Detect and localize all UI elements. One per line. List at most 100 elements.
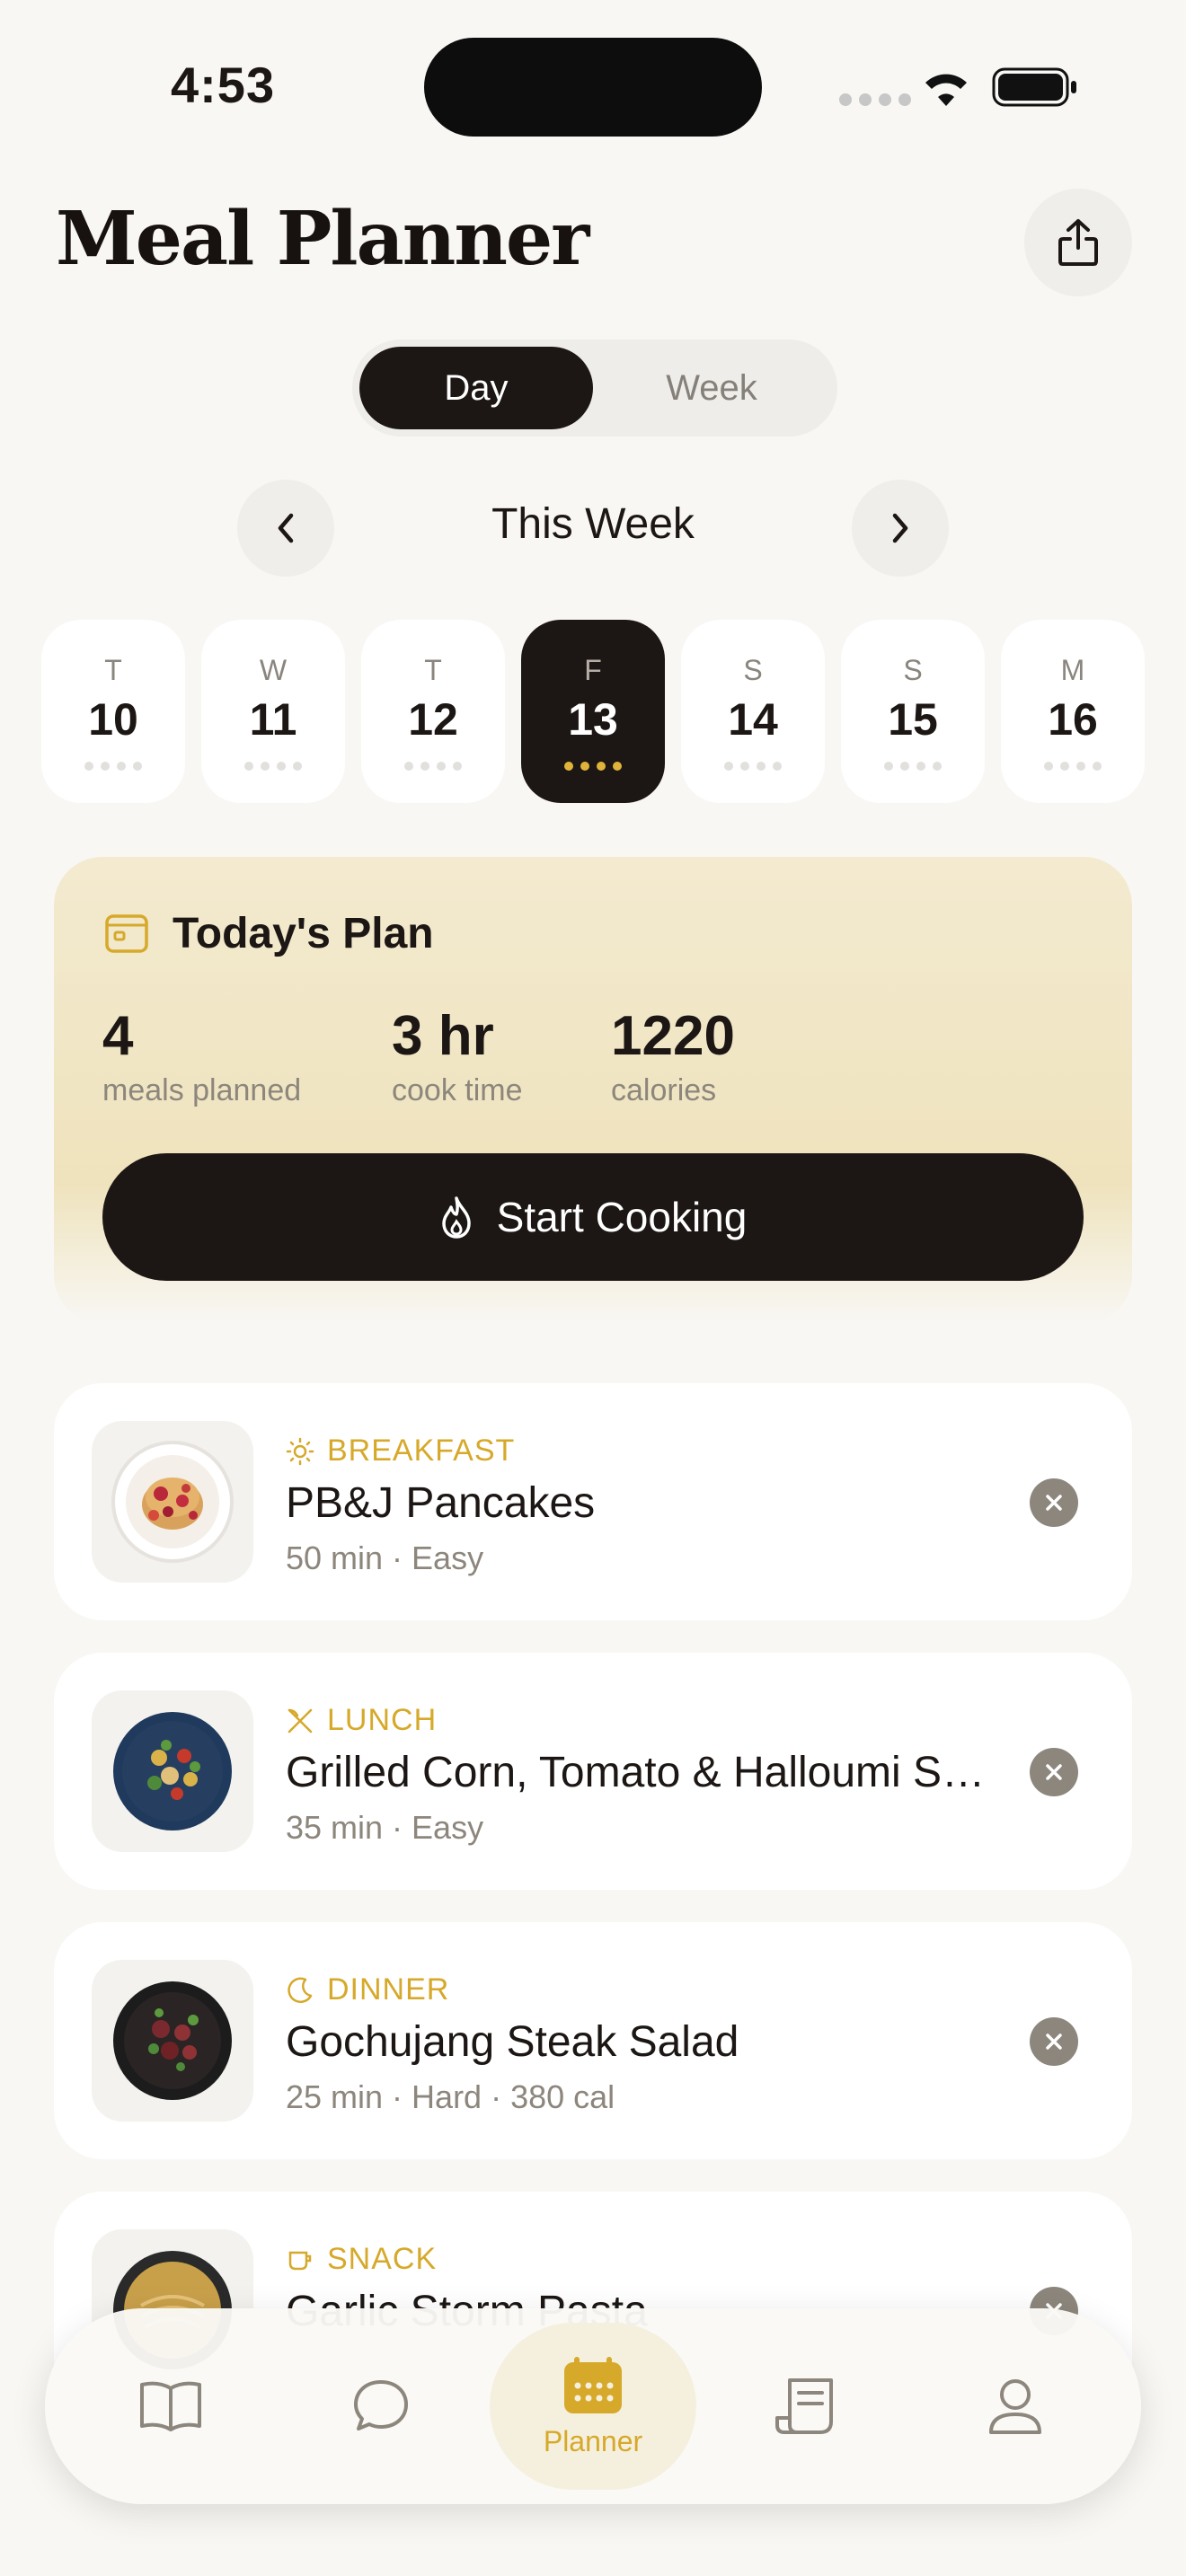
book-icon	[140, 2381, 201, 2431]
previous-week-button[interactable]	[237, 480, 334, 577]
stat-label: calories	[611, 1073, 717, 1107]
meal-meta: 50 min · Easy	[286, 1539, 484, 1576]
day-letter: S	[743, 654, 763, 686]
toggle-day[interactable]: Day	[359, 347, 593, 429]
day-cell[interactable]: S 14	[681, 620, 825, 803]
day-letter: F	[584, 654, 602, 686]
toggle-week[interactable]: Week	[593, 347, 830, 429]
meal-meta: 35 min · Easy	[286, 1809, 484, 1846]
cup-icon	[288, 2251, 312, 2270]
dynamic-island	[424, 38, 762, 137]
receipt-icon	[775, 2378, 833, 2434]
day-letter: M	[1060, 654, 1085, 686]
tab-planner-label: Planner	[543, 2424, 643, 2457]
day-strip: T 10 W 11 T 12 F 13 S 14 S 15 M 16	[41, 620, 1145, 803]
day-number: 14	[728, 694, 778, 745]
tab-recipes[interactable]	[81, 2308, 261, 2504]
day-number: 15	[888, 694, 938, 745]
meal-card-dinner[interactable]: DINNER Gochujang Steak Salad 25 min · Ha…	[54, 1922, 1132, 2159]
start-cooking-button[interactable]: Start Cooking	[102, 1153, 1084, 1281]
meal-category: DINNER	[286, 1972, 449, 2007]
stat-value: 1220	[611, 1005, 735, 1067]
page-title: Meal Planner	[56, 196, 589, 282]
remove-meal-button[interactable]	[1030, 1478, 1078, 1527]
meal-dots	[1001, 762, 1145, 771]
day-cell[interactable]: M 16	[1001, 620, 1145, 803]
meal-dots	[361, 762, 505, 771]
meal-name: PB&J Pancakes	[286, 1479, 596, 1527]
day-cell[interactable]: T 12	[361, 620, 505, 803]
wifi-icon	[925, 74, 967, 106]
chat-icon	[354, 2380, 408, 2430]
stat-meals: 4 meals planned	[102, 1004, 301, 1108]
day-cell-selected[interactable]: F 13	[521, 620, 665, 803]
meal-dots	[521, 762, 665, 771]
remove-meal-button[interactable]	[1030, 2017, 1078, 2066]
meal-dots	[841, 762, 985, 771]
battery-icon	[992, 67, 1076, 107]
status-time: 4:53	[171, 57, 276, 113]
day-number: 16	[1048, 694, 1098, 745]
day-number: 13	[568, 694, 618, 745]
next-week-button[interactable]	[852, 480, 949, 577]
meal-category: LUNCH	[286, 1703, 437, 1738]
moon-icon	[288, 1977, 313, 2003]
stat-label: cook time	[392, 1073, 523, 1107]
meal-category-label: DINNER	[327, 1972, 450, 2007]
close-icon	[1046, 1495, 1062, 1511]
flame-icon	[441, 1196, 471, 1239]
meal-category-label: LUNCH	[327, 1703, 438, 1737]
stat-value: 3 hr	[392, 1005, 494, 1067]
close-icon	[1046, 1764, 1062, 1780]
day-number: 11	[249, 694, 297, 745]
tab-planner[interactable]: Planner	[490, 2323, 696, 2490]
meal-card-breakfast[interactable]: BREAKFAST PB&J Pancakes 50 min · Easy	[54, 1383, 1132, 1620]
day-number: 12	[408, 694, 458, 745]
chevron-left-icon	[278, 513, 294, 543]
todays-plan-card: Today's Plan 4 meals planned 3 hr cook t…	[54, 857, 1132, 1324]
share-button[interactable]	[1024, 189, 1132, 296]
calendar-icon	[564, 2356, 622, 2413]
day-letter: T	[104, 654, 122, 686]
day-letter: T	[424, 654, 442, 686]
remove-meal-button[interactable]	[1030, 1748, 1078, 1796]
meal-category-label: BREAKFAST	[327, 1434, 516, 1468]
plan-title: Today's Plan	[173, 910, 434, 957]
meal-dots	[681, 762, 825, 771]
meal-image	[92, 1421, 253, 1583]
day-cell[interactable]: W 11	[201, 620, 345, 803]
sun-icon	[286, 1437, 314, 1465]
tab-shopping-list[interactable]	[715, 2308, 895, 2504]
tab-bar: Planner	[45, 2308, 1141, 2504]
meal-image	[92, 1690, 253, 1852]
meal-meta: 25 min · Hard · 380 cal	[286, 2078, 615, 2115]
stat-cook-time: 3 hr cook time	[392, 1004, 523, 1108]
calendar-icon	[105, 914, 148, 953]
day-number: 10	[88, 694, 138, 745]
view-toggle: Day Week	[352, 340, 837, 437]
day-cell[interactable]: T 10	[41, 620, 185, 803]
meal-name: Grilled Corn, Tomato & Halloumi Salad	[286, 1749, 996, 1796]
utensils-icon	[288, 1708, 313, 1733]
tab-chat[interactable]	[291, 2308, 471, 2504]
meal-image	[92, 1960, 253, 2122]
week-label: This Week	[491, 500, 695, 548]
close-icon	[1046, 2033, 1062, 2050]
tab-profile[interactable]	[925, 2308, 1105, 2504]
stat-label: meals planned	[102, 1073, 302, 1107]
stat-value: 4	[102, 1005, 134, 1067]
status-bar: 4:53	[0, 0, 1186, 171]
day-cell[interactable]: S 15	[841, 620, 985, 803]
start-cooking-label: Start Cooking	[496, 1194, 748, 1240]
meal-name: Gochujang Steak Salad	[286, 2018, 739, 2066]
meal-category: BREAKFAST	[286, 1434, 515, 1469]
profile-icon	[989, 2379, 1041, 2434]
day-letter: S	[903, 654, 923, 686]
meal-category-label: SNACK	[327, 2242, 438, 2276]
meal-dots	[201, 762, 345, 771]
chevron-right-icon	[892, 513, 908, 543]
share-icon	[1058, 219, 1098, 266]
meal-dots	[41, 762, 185, 771]
meal-card-lunch[interactable]: LUNCH Grilled Corn, Tomato & Halloumi Sa…	[54, 1653, 1132, 1890]
cellular-signal-icon	[839, 93, 911, 106]
